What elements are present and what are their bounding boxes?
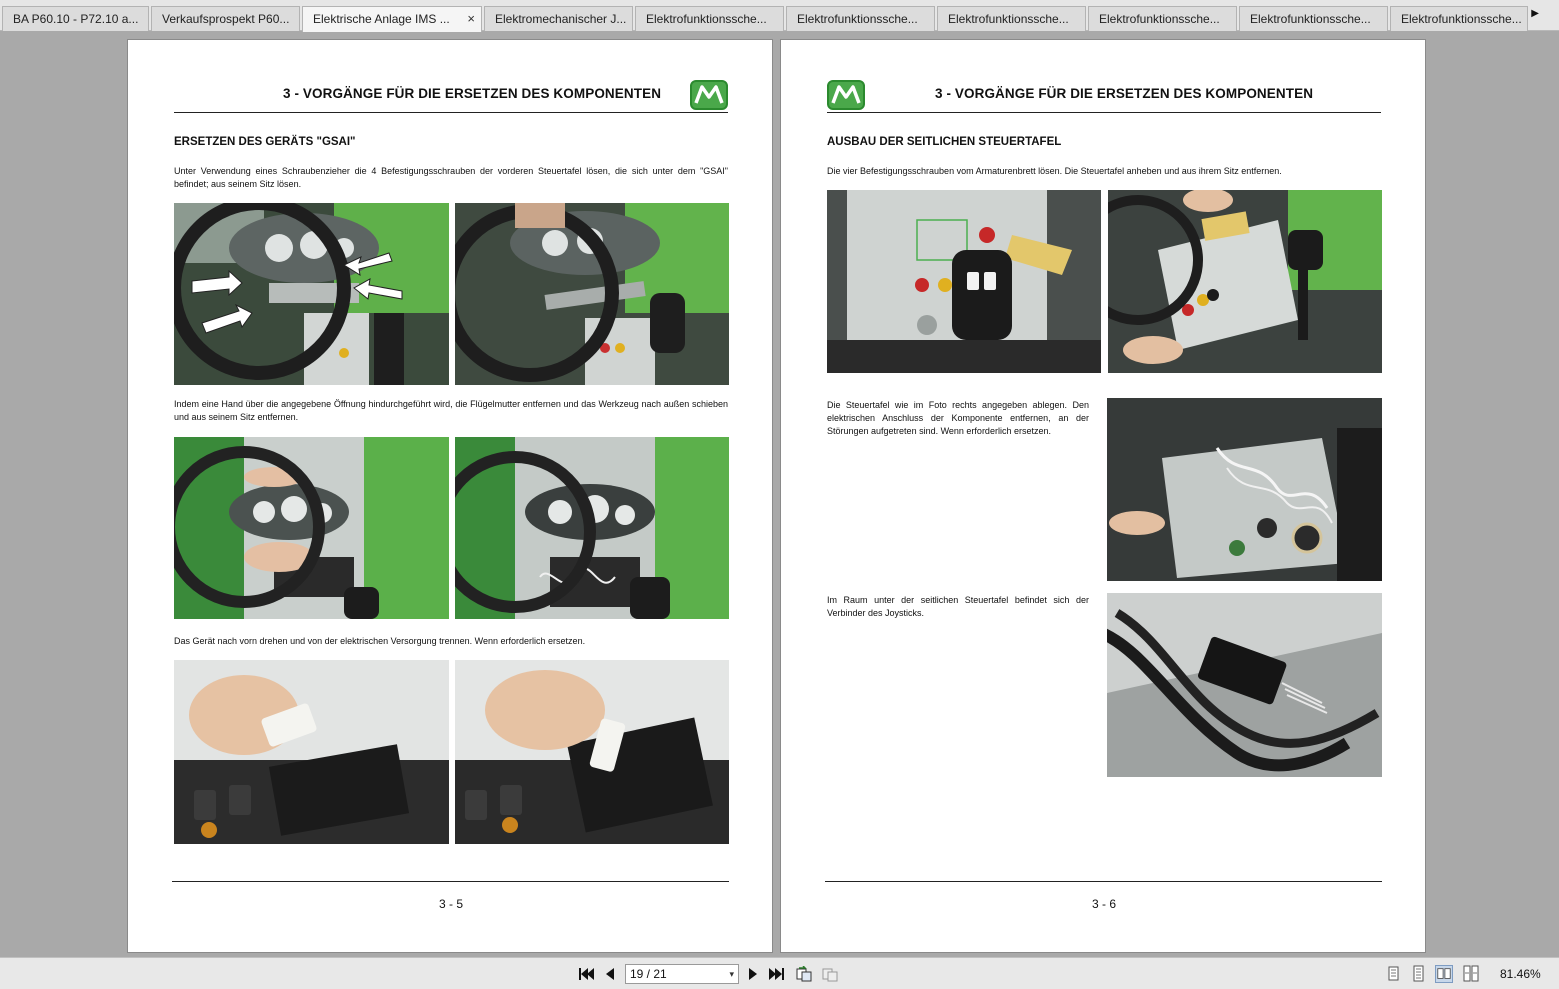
instruction-paragraph-2: Indem eine Hand über die angegebene Öffn… (174, 399, 728, 422)
tab-label: Elektrofunktionssche... (646, 12, 767, 26)
instruction-paragraph-1: Unter Verwendung eines Schraubenzieher d… (174, 166, 728, 189)
title-rule (174, 112, 728, 113)
tab-document-3-active[interactable]: Elektrische Anlage IMS ... × (302, 6, 482, 32)
tab-label: Elektrische Anlage IMS ... (313, 12, 450, 26)
tab-document-2[interactable]: Verkaufsprospekt P60... (151, 6, 300, 31)
photo-connector-hand-2 (455, 660, 729, 844)
section-title: ERSETZEN DES GERÄTS "GSAI" (174, 136, 356, 148)
photo-panel-wiring (1107, 398, 1382, 581)
instruction-paragraph-3: Das Gerät nach vorn drehen und von der e… (174, 636, 586, 646)
tab-label: Elektrofunktionssche... (1099, 12, 1220, 26)
continuous-view-icon[interactable] (1409, 965, 1427, 983)
page-title: 3 - VORGÄNGE FÜR DIE ERSETZEN DES KOMPON… (935, 86, 1314, 101)
tab-document-9[interactable]: Elektrofunktionssche... (1239, 6, 1388, 31)
page-number: 3 - 6 (1092, 897, 1117, 911)
tab-label: Elektrofunktionssche... (948, 12, 1069, 26)
page-title: 3 - VORGÄNGE FÜR DIE ERSETZEN DES KOMPON… (283, 86, 662, 101)
first-page-icon[interactable] (577, 966, 595, 982)
photo-panel-lifted (1108, 190, 1382, 373)
tab-document-7[interactable]: Elektrofunktionssche... (937, 6, 1086, 31)
photo-dashboard-screws (174, 203, 449, 385)
footer-rule (172, 881, 729, 882)
document-page-right: 3 - VORGÄNGE FÜR DIE ERSETZEN DES KOMPON… (780, 39, 1426, 953)
tab-document-10[interactable]: Elektrofunktionssche... (1390, 6, 1528, 31)
merlo-logo-icon (827, 80, 865, 110)
title-rule (827, 112, 1381, 113)
footer-rule (825, 881, 1382, 882)
page-number: 3 - 5 (439, 897, 464, 911)
previous-view-icon[interactable] (795, 966, 813, 982)
photo-joystick-connector (1107, 593, 1382, 777)
page-number-input[interactable]: 19 / 21 ▾ (625, 964, 739, 984)
instruction-paragraph-2: Die Steuertafel wie im Foto rechts angeg… (827, 400, 1089, 436)
tab-document-8[interactable]: Elektrofunktionssche... (1088, 6, 1237, 31)
photo-hand-through-opening (174, 437, 449, 619)
photo-side-panel-joystick (827, 190, 1101, 373)
tab-label: Elektrofunktionssche... (1250, 12, 1371, 26)
photo-connector-hand-1 (174, 660, 449, 844)
tab-label: Elektrofunktionssche... (797, 12, 918, 26)
continuous-facing-view-icon[interactable] (1462, 965, 1480, 983)
instruction-paragraph-1: Die vier Befestigungsschrauben vom Armat… (827, 166, 1282, 176)
next-page-icon[interactable] (744, 966, 762, 982)
tab-label: Elektromechanischer J... (495, 12, 627, 26)
document-page-left: 3 - VORGÄNGE FÜR DIE ERSETZEN DES KOMPON… (127, 39, 773, 953)
tab-document-1[interactable]: BA P60.10 - P72.10 a... (2, 6, 149, 31)
photo-dashboard-panel-removed (455, 203, 729, 385)
photo-cluster-wires (455, 437, 729, 619)
last-page-icon[interactable] (768, 966, 786, 982)
facing-pages-view-icon[interactable] (1435, 965, 1453, 983)
chevron-down-icon[interactable]: ▾ (729, 965, 734, 983)
tab-bar: BA P60.10 - P72.10 a... Verkaufsprospekt… (0, 0, 1559, 32)
section-title: AUSBAU DER SEITLICHEN STEUERTAFEL (827, 136, 1062, 148)
single-page-view-icon[interactable] (1384, 965, 1402, 983)
tab-label: BA P60.10 - P72.10 a... (13, 12, 139, 26)
zoom-level[interactable]: 81.46% (1500, 967, 1541, 981)
merlo-logo-icon (690, 80, 728, 110)
tab-document-5[interactable]: Elektrofunktionssche... (635, 6, 784, 31)
tab-document-4[interactable]: Elektromechanischer J... (484, 6, 633, 31)
tab-label: Verkaufsprospekt P60... (162, 12, 290, 26)
previous-page-icon[interactable] (601, 966, 619, 982)
tab-document-6[interactable]: Elektrofunktionssche... (786, 6, 935, 31)
tab-scroll-right-icon[interactable]: ▶ (1531, 8, 1539, 19)
instruction-paragraph-3: Im Raum unter der seitlichen Steuertafel… (827, 595, 1089, 618)
page-indicator: 19 / 21 (630, 967, 667, 981)
tab-label: Elektrofunktionssche... (1401, 12, 1522, 26)
next-view-icon[interactable] (821, 966, 839, 982)
viewer-toolbar: 19 / 21 ▾ 81.46% (0, 957, 1559, 989)
close-icon[interactable]: × (467, 7, 475, 31)
